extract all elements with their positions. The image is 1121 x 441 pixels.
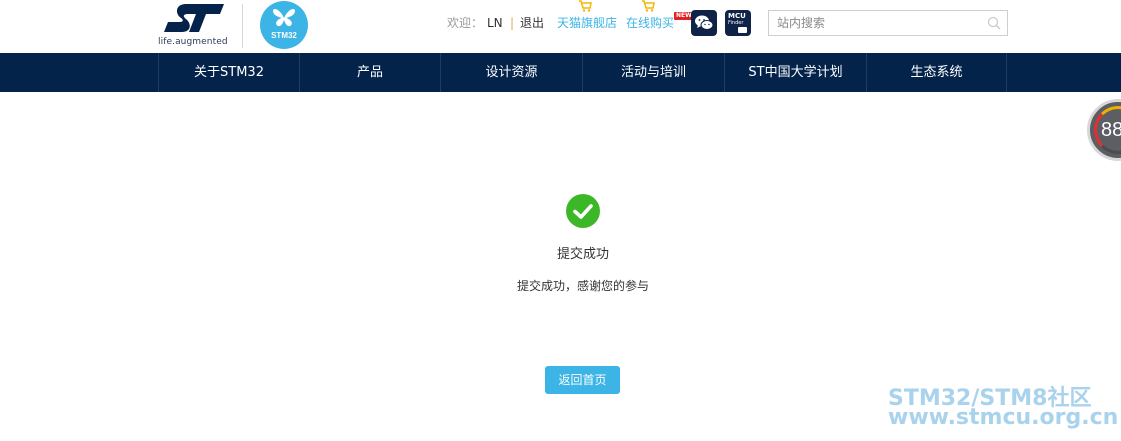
- check-icon: [573, 204, 593, 219]
- butterfly-icon: [273, 9, 295, 27]
- cart-icon: [579, 0, 592, 12]
- main-navbar: 关于STM32 产品 设计资源 活动与培训 ST中国大学计划 生态系统: [0, 53, 1121, 92]
- nav-item-ecosystem[interactable]: 生态系统: [866, 53, 1007, 92]
- mcu-finder-button[interactable]: MCU Finder: [725, 10, 751, 36]
- watermark-line2: www.stmcu.org.cn: [888, 405, 1119, 430]
- stm32-logo[interactable]: STM32: [260, 1, 308, 49]
- success-title: 提交成功: [556, 247, 609, 262]
- success-check-icon: [566, 194, 600, 228]
- wechat-icon: [695, 15, 714, 30]
- site-header: life.augmented STM32 欢迎： LN | 退出 天猫旗舰店 在…: [0, 0, 1121, 53]
- username-link[interactable]: LN: [487, 15, 503, 31]
- floating-speed-widget[interactable]: 88: [1087, 99, 1121, 161]
- welcome-label: 欢迎：: [447, 16, 484, 30]
- stm32-badge-label: STM32: [271, 31, 297, 40]
- nav-item-about-stm32[interactable]: 关于STM32: [158, 53, 299, 92]
- nav-item-university-program[interactable]: ST中国大学计划: [724, 53, 866, 92]
- cart-icon: [642, 0, 655, 12]
- logo-divider: [242, 4, 243, 48]
- online-shop-link[interactable]: 在线购买: [626, 15, 674, 31]
- mcu-finder-sublabel: Finder: [728, 20, 744, 26]
- tmall-store-link[interactable]: 天猫旗舰店: [557, 15, 617, 31]
- logout-link[interactable]: 退出: [520, 15, 544, 31]
- nav-item-events-training[interactable]: 活动与培训: [582, 53, 724, 92]
- st-logo[interactable]: life.augmented: [158, 2, 228, 48]
- back-to-home-button[interactable]: 返回首页: [545, 366, 620, 394]
- wechat-button[interactable]: [691, 10, 717, 36]
- st-logo-icon: [164, 4, 224, 32]
- search-input[interactable]: [777, 14, 977, 32]
- st-mini-logo-icon: [738, 27, 747, 33]
- st-tagline: life.augmented: [158, 37, 228, 47]
- floating-widget-value: 88: [1101, 119, 1121, 141]
- nav-item-design-resources[interactable]: 设计资源: [440, 53, 582, 92]
- search-icon[interactable]: [987, 16, 1001, 30]
- link-separator: |: [510, 16, 515, 30]
- search-box: [768, 10, 1008, 36]
- mcu-finder-label: MCU: [728, 12, 746, 20]
- success-message: 提交成功，感谢您的参与: [516, 279, 649, 293]
- nav-item-products[interactable]: 产品: [299, 53, 440, 92]
